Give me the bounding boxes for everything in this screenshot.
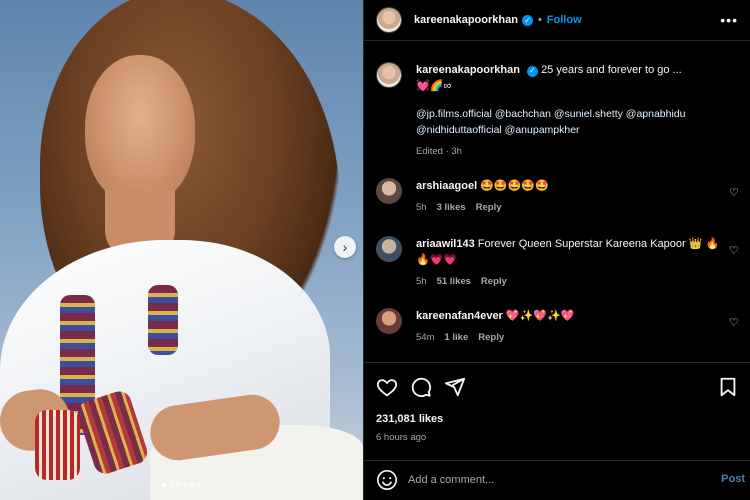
reply-button[interactable]: Reply	[481, 276, 507, 287]
chevron-right-icon: ›	[342, 239, 348, 255]
carousel-dot[interactable]	[176, 483, 180, 487]
instagram-post-view: › kareenakapoorkhan ✓ • Follow ••• karee…	[0, 0, 750, 500]
comment-username[interactable]: ariaawil143	[416, 238, 475, 250]
comment-text: Forever Queen Superstar Kareena Kapoor 👑…	[477, 238, 720, 250]
caption-mentions[interactable]: @jp.films.official @bachchan @suniel.she…	[416, 106, 686, 122]
comment-item: kareenafan4ever 💖✨💖✨💖 54m 1 like Reply ♡	[376, 308, 741, 346]
carousel-dot[interactable]	[190, 483, 194, 487]
post-media[interactable]: ›	[0, 0, 363, 500]
comment-likes[interactable]: 1 like	[444, 332, 468, 343]
comment-username[interactable]: arshiaagoel	[416, 180, 477, 192]
reply-button[interactable]: Reply	[478, 332, 504, 343]
caption-username[interactable]: kareenakapoorkhan	[416, 64, 520, 76]
comment-text: 🔥💗💗	[416, 254, 458, 266]
comment-time: 5h	[416, 276, 427, 287]
likes-count[interactable]: 231,081 likes	[376, 413, 443, 425]
photo-bangles	[35, 410, 80, 480]
follow-button[interactable]: Follow	[547, 14, 582, 26]
comment-icon[interactable]	[410, 376, 432, 398]
avatar[interactable]	[376, 62, 402, 88]
post-timestamp: 6 hours ago	[376, 432, 427, 443]
caption-emoji: 💓🌈∞	[416, 80, 452, 92]
emoji-icon[interactable]	[376, 469, 398, 491]
avatar[interactable]	[376, 178, 402, 204]
post-caption: kareenakapoorkhan ✓ 25 years and forever…	[376, 62, 741, 160]
like-comment-icon[interactable]: ♡	[729, 244, 741, 257]
header-username[interactable]: kareenakapoorkhan	[414, 14, 518, 26]
avatar[interactable]	[376, 236, 402, 262]
carousel-dot[interactable]	[169, 483, 173, 487]
like-comment-icon[interactable]: ♡	[729, 186, 741, 199]
verified-badge-icon: ✓	[521, 14, 533, 26]
photo-face	[85, 55, 195, 205]
header-separator: •	[537, 14, 542, 26]
comment-input[interactable]	[408, 474, 698, 486]
avatar[interactable]	[376, 7, 402, 33]
post-header: kareenakapoorkhan ✓ • Follow	[364, 0, 750, 40]
caption-mentions[interactable]: @nidhiduttaofficial @anupampkher	[416, 122, 686, 138]
share-icon[interactable]	[444, 376, 466, 398]
comment-text: 🤩🤩🤩🤩🤩	[480, 180, 549, 192]
carousel-dots	[0, 483, 363, 487]
avatar[interactable]	[376, 308, 402, 334]
post-side-panel: kareenakapoorkhan ✓ • Follow ••• kareena…	[363, 0, 750, 500]
divider	[364, 362, 750, 363]
bookmark-icon[interactable]	[717, 376, 739, 398]
comment-item: arshiaagoel 🤩🤩🤩🤩🤩 5h 3 likes Reply ♡	[376, 178, 741, 216]
post-button[interactable]: Post	[721, 473, 745, 485]
carousel-dot[interactable]	[183, 483, 187, 487]
comment-text: 💖✨💖✨💖	[505, 310, 575, 322]
post-actions	[364, 370, 750, 408]
add-comment-bar: Post	[364, 460, 750, 500]
more-options-icon[interactable]: •••	[720, 12, 738, 28]
carousel-dot[interactable]	[162, 483, 166, 487]
photo-embroidery	[148, 285, 178, 355]
comment-time: 5h	[416, 202, 427, 213]
comment-likes[interactable]: 51 likes	[437, 276, 471, 287]
comment-username[interactable]: kareenafan4ever	[416, 310, 503, 322]
like-comment-icon[interactable]: ♡	[729, 316, 741, 329]
reply-button[interactable]: Reply	[476, 202, 502, 213]
comment-likes[interactable]: 3 likes	[437, 202, 466, 213]
divider	[364, 40, 750, 41]
carousel-dot[interactable]	[197, 483, 201, 487]
comment-time: 54m	[416, 332, 435, 343]
verified-badge-icon: ✓	[527, 65, 538, 77]
heart-icon[interactable]	[376, 376, 398, 398]
next-slide-button[interactable]: ›	[334, 236, 356, 258]
caption-text: 25 years and forever to go ...	[541, 64, 682, 76]
caption-meta: Edited · 3h	[416, 146, 462, 157]
comment-item: ariaawil143 Forever Queen Superstar Kare…	[376, 236, 741, 290]
